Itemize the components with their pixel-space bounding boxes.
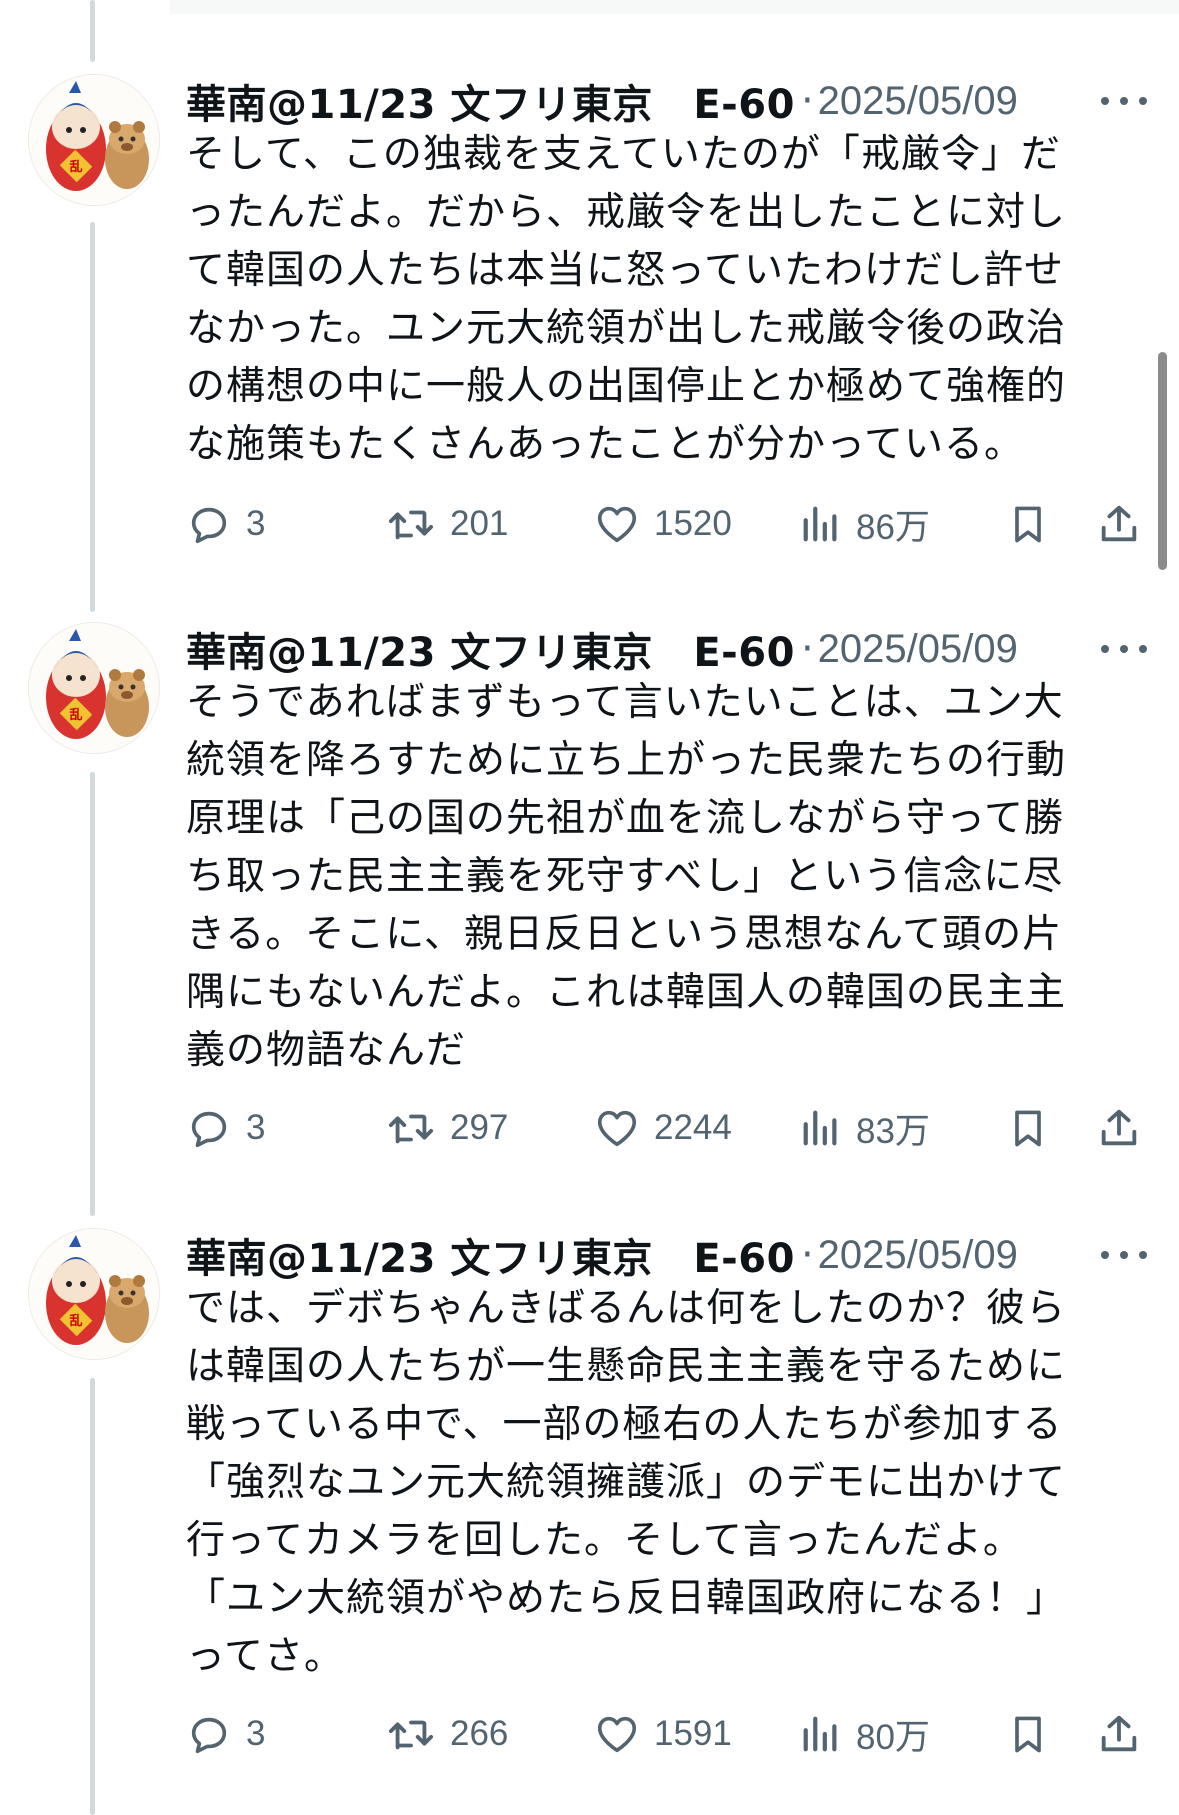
like-button[interactable]: 1520 xyxy=(594,496,732,552)
action-bar: 3 201 1520 86万 xyxy=(186,496,1146,552)
tweet-text: では、デボちゃんきばるんは何をしたのか？彼ら は韓国の人たちが一生懸命民主主義を… xyxy=(186,1286,1067,1679)
bar-chart-icon xyxy=(803,506,837,542)
avatar[interactable]: 乱 xyxy=(28,74,160,206)
like-button[interactable]: 2244 xyxy=(594,1100,732,1156)
reply-count: 3 xyxy=(246,1108,266,1147)
retweet-arrows-icon xyxy=(388,1114,434,1144)
share-button[interactable] xyxy=(1096,496,1142,552)
retweet-button[interactable]: 266 xyxy=(386,1706,508,1762)
heart-icon xyxy=(597,506,637,543)
reply-count: 3 xyxy=(246,1714,266,1753)
share-upload-icon xyxy=(1101,505,1137,542)
views-count: 83万 xyxy=(856,1111,930,1151)
tweet-text: そうであればまずもって言いたいことは、ユン大 統領を降ろすために立ち上がった民衆… xyxy=(186,680,1067,1073)
share-button[interactable] xyxy=(1096,1706,1142,1762)
like-count: 1520 xyxy=(654,504,732,543)
avatar[interactable]: 乱 xyxy=(28,622,160,754)
reply-count: 3 xyxy=(246,504,266,543)
bookmark-button[interactable] xyxy=(1006,1706,1050,1762)
timestamp[interactable]: 2025/05/09 xyxy=(818,1233,1018,1278)
views-button[interactable]: 86万 xyxy=(800,496,930,552)
tweet-header: 華南@11/23 文フリ東京 E-60 · 2025/05/09 xyxy=(186,76,1179,128)
retweet-arrows-icon xyxy=(388,510,434,540)
share-button[interactable] xyxy=(1096,1100,1142,1156)
reply-button[interactable]: 3 xyxy=(186,1706,265,1762)
avatar[interactable]: 乱 xyxy=(28,1228,160,1360)
retweet-button[interactable]: 297 xyxy=(386,1100,508,1156)
svg-text:乱: 乱 xyxy=(69,1313,82,1329)
scrollbar-thumb[interactable] xyxy=(1158,352,1167,570)
speech-bubble-icon xyxy=(191,1111,227,1148)
thread-line-2 xyxy=(90,772,95,1216)
views-count: 86万 xyxy=(856,507,930,547)
tweet-header: 華南@11/23 文フリ東京 E-60 · 2025/05/09 xyxy=(186,1230,1179,1282)
timestamp[interactable]: 2025/05/09 xyxy=(818,627,1018,672)
reply-button[interactable]: 3 xyxy=(186,1100,265,1156)
action-bar: 3 297 2244 83万 xyxy=(186,1100,1146,1156)
thread-line-3 xyxy=(90,1378,95,1815)
bookmark-icon xyxy=(1015,506,1041,543)
retweet-count: 297 xyxy=(450,1108,509,1147)
thread-line-top xyxy=(90,0,95,62)
bookmark-icon xyxy=(1015,1716,1041,1753)
retweet-count: 201 xyxy=(450,504,509,543)
bar-chart-icon xyxy=(803,1110,837,1146)
more-dots-icon[interactable] xyxy=(1101,1230,1147,1280)
retweet-arrows-icon xyxy=(388,1720,434,1750)
svg-text:乱: 乱 xyxy=(69,707,82,723)
separator: · xyxy=(800,626,814,672)
separator: · xyxy=(800,1232,814,1278)
speech-bubble-icon xyxy=(191,507,227,544)
reply-button[interactable]: 3 xyxy=(186,496,265,552)
previous-tweet-edge xyxy=(170,0,1179,14)
retweet-button[interactable]: 201 xyxy=(386,496,508,552)
like-button[interactable]: 1591 xyxy=(594,1706,732,1762)
share-upload-icon xyxy=(1101,1109,1137,1146)
views-count: 80万 xyxy=(856,1717,930,1757)
bookmark-button[interactable] xyxy=(1006,496,1050,552)
thread-line-1 xyxy=(90,222,95,612)
more-dots-icon[interactable] xyxy=(1101,624,1147,674)
retweet-count: 266 xyxy=(450,1714,509,1753)
bookmark-button[interactable] xyxy=(1006,1100,1050,1156)
separator: · xyxy=(800,78,814,124)
author-name[interactable]: 華南@11/23 文フリ東京 E-60 xyxy=(186,620,795,678)
like-count: 2244 xyxy=(654,1108,732,1147)
timestamp[interactable]: 2025/05/09 xyxy=(818,79,1018,124)
bar-chart-icon xyxy=(803,1716,837,1752)
like-count: 1591 xyxy=(654,1714,732,1753)
views-button[interactable]: 80万 xyxy=(800,1706,930,1762)
speech-bubble-icon xyxy=(191,1717,227,1754)
svg-text:乱: 乱 xyxy=(69,159,82,175)
heart-icon xyxy=(597,1110,637,1147)
more-dots-icon[interactable] xyxy=(1101,76,1147,126)
action-bar: 3 266 1591 80万 xyxy=(186,1706,1146,1762)
heart-icon xyxy=(597,1716,637,1753)
tweet-header: 華南@11/23 文フリ東京 E-60 · 2025/05/09 xyxy=(186,624,1179,676)
author-name[interactable]: 華南@11/23 文フリ東京 E-60 xyxy=(186,1226,795,1284)
bookmark-icon xyxy=(1015,1110,1041,1147)
tweet-text: そして、この独裁を支えていたのが「戒厳令」だ ったんだよ。だから、戒厳令を出した… xyxy=(186,132,1067,467)
share-upload-icon xyxy=(1101,1715,1137,1752)
views-button[interactable]: 83万 xyxy=(800,1100,930,1156)
author-name[interactable]: 華南@11/23 文フリ東京 E-60 xyxy=(186,72,795,130)
